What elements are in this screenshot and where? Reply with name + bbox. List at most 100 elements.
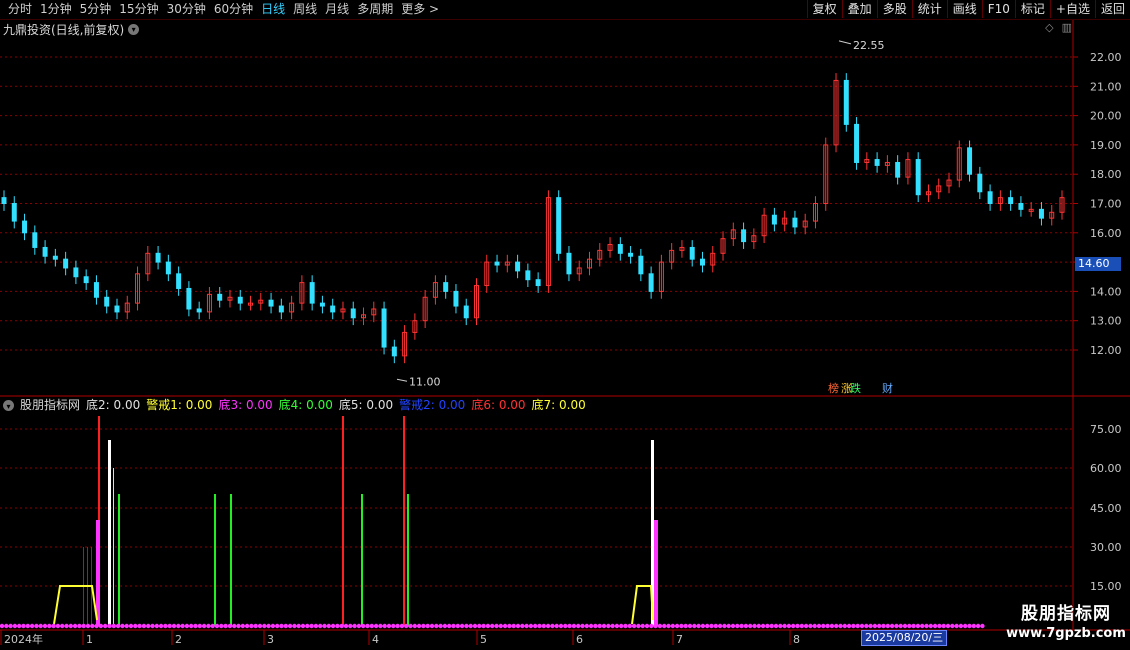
baseline-dot xyxy=(12,623,18,629)
candle-body xyxy=(566,252,572,275)
baseline-dot xyxy=(17,623,22,629)
baseline-dot xyxy=(279,623,284,629)
indicator-tick-label: 15.00 xyxy=(1090,580,1122,593)
candle-body xyxy=(1008,197,1014,204)
candle-body xyxy=(165,261,171,275)
candle-body xyxy=(854,123,860,163)
kline-chart[interactable]: 22.00 21.00 20.00 19.00 18.00 17.00 16.00 15.00… xyxy=(0,0,1130,650)
baseline-dot xyxy=(266,623,271,629)
baseline-dot xyxy=(730,623,736,629)
baseline-dot xyxy=(954,623,959,629)
baseline-dot xyxy=(339,623,344,629)
price-tick-label: 12.00 xyxy=(1090,344,1122,357)
candle-body xyxy=(741,229,747,243)
baseline-dot xyxy=(154,623,159,629)
time-tick-label: 8 xyxy=(793,633,800,646)
baseline-dot xyxy=(201,623,207,629)
baseline-dot xyxy=(782,623,787,629)
baseline-dot xyxy=(851,623,856,629)
baseline-dot xyxy=(644,623,650,629)
baseline-dot xyxy=(124,623,129,629)
candle-body xyxy=(52,255,58,260)
baseline-dot xyxy=(950,623,955,629)
chevron-down-icon[interactable]: ▾ xyxy=(3,399,14,411)
baseline-dot xyxy=(696,623,701,629)
candle-body xyxy=(628,252,634,257)
baseline-dot xyxy=(588,623,594,629)
baseline-dot xyxy=(545,623,551,629)
baseline-dot xyxy=(150,623,155,629)
candle-body xyxy=(278,305,284,313)
baseline-dot xyxy=(8,623,13,629)
baseline-dot xyxy=(756,623,761,629)
baseline-dot xyxy=(107,623,112,629)
candle-body xyxy=(1,197,7,204)
baseline-dot xyxy=(189,623,194,629)
candle-body xyxy=(196,308,202,313)
baseline-dot xyxy=(468,623,473,629)
baseline-dot xyxy=(808,623,813,629)
baseline-dot xyxy=(472,623,478,629)
baseline-dot xyxy=(498,623,503,629)
baseline-dot xyxy=(571,623,577,629)
baseline-dot xyxy=(563,623,568,629)
baseline-dot xyxy=(214,623,220,629)
baseline-dot xyxy=(382,623,387,629)
baseline-dot xyxy=(115,623,121,629)
baseline-dot xyxy=(924,623,929,629)
baseline-dot xyxy=(975,623,981,629)
baseline-dot xyxy=(623,623,628,629)
baseline-dot xyxy=(967,623,972,629)
baseline-dot xyxy=(146,623,151,629)
baseline-dot xyxy=(404,623,409,629)
indicator-bar xyxy=(654,520,658,626)
baseline-dot xyxy=(649,623,654,629)
baseline-dot xyxy=(864,623,869,629)
baseline-dot xyxy=(515,623,521,629)
baseline-dot xyxy=(791,623,796,629)
baseline-dot xyxy=(55,623,61,629)
baseline-dot xyxy=(60,623,65,629)
baseline-dot xyxy=(352,623,357,629)
indicator-tick-label: 30.00 xyxy=(1090,541,1122,554)
baseline-dot xyxy=(4,623,9,629)
candle-body xyxy=(617,244,623,254)
baseline-dot xyxy=(683,623,688,629)
baseline-dot xyxy=(915,623,921,629)
baseline-dot xyxy=(90,623,95,629)
indicator-tick-label: 60.00 xyxy=(1090,462,1122,475)
price-tick-label: 16.00 xyxy=(1090,227,1122,240)
baseline-dot xyxy=(760,623,766,629)
candle-body xyxy=(186,287,192,310)
baseline-dot xyxy=(872,623,878,629)
baseline-dot xyxy=(692,623,697,629)
baseline-dot xyxy=(210,623,215,629)
baseline-dot xyxy=(941,623,946,629)
candle-body xyxy=(689,246,695,260)
baseline-dot xyxy=(717,623,723,629)
indicator-value: 底5: 0.00 xyxy=(338,398,394,412)
candle-body xyxy=(987,191,993,204)
baseline-dot xyxy=(511,623,516,629)
baseline-dot xyxy=(386,623,392,629)
baseline-dot xyxy=(0,623,5,629)
baseline-dot xyxy=(524,623,529,629)
baseline-dot xyxy=(829,623,835,629)
indicator-bar xyxy=(230,494,232,626)
baseline-dot xyxy=(980,623,985,629)
candle-body xyxy=(350,308,356,319)
candle-body xyxy=(525,270,531,281)
baseline-dot xyxy=(898,623,903,629)
baseline-dot xyxy=(94,623,99,629)
candle-body xyxy=(792,217,798,228)
baseline-dot xyxy=(287,623,293,629)
baseline-dot xyxy=(361,623,366,629)
baseline-dot xyxy=(412,623,417,629)
baseline-dot xyxy=(77,623,82,629)
baseline-dot xyxy=(662,623,667,629)
baseline-dot xyxy=(894,623,899,629)
baseline-dot xyxy=(558,623,564,629)
baseline-dot xyxy=(356,623,362,629)
indicator-bar xyxy=(113,468,114,626)
indicator-value: 底4: 0.00 xyxy=(278,398,333,412)
